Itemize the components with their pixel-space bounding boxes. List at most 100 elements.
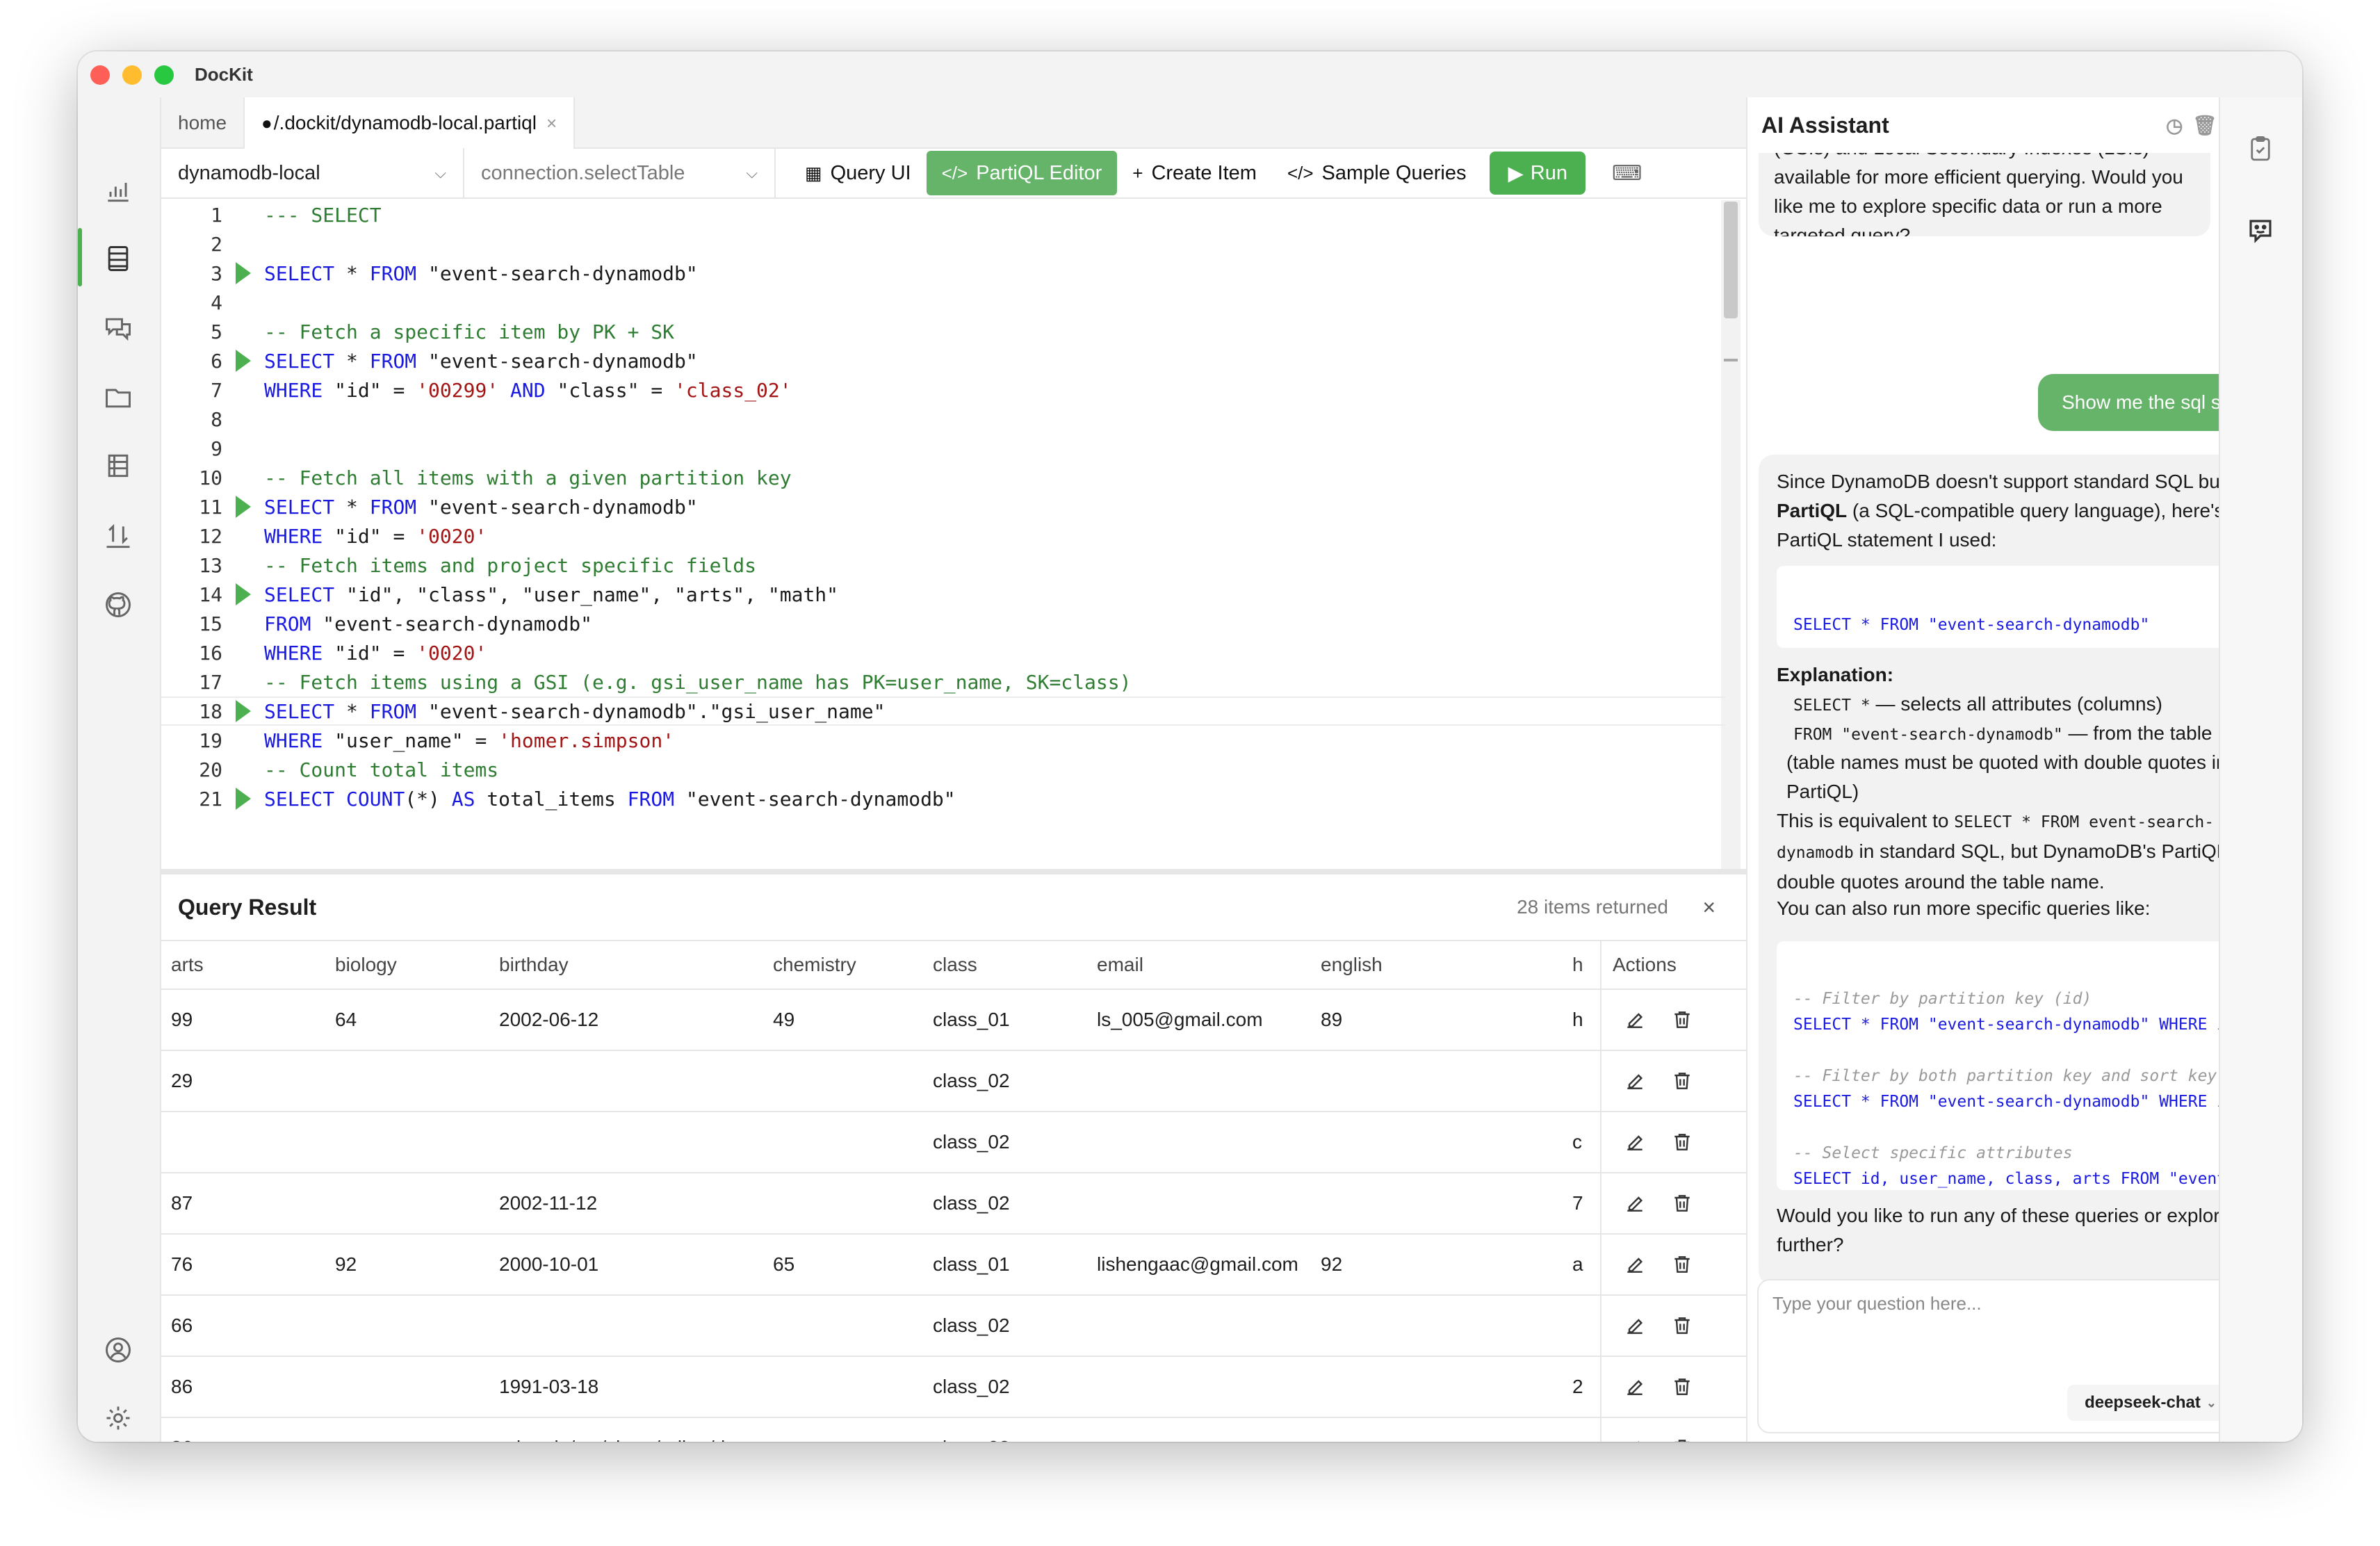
sidebar-item-dashboard[interactable] xyxy=(99,171,138,210)
trash-icon[interactable] xyxy=(1668,1006,1696,1034)
play-icon: ▶ xyxy=(1508,162,1524,185)
code-line[interactable]: 8 xyxy=(161,405,1725,434)
row-actions xyxy=(1600,1173,1746,1233)
code-line[interactable]: 3 SELECT * FROM "event-search-dynamodb" xyxy=(161,259,1725,288)
code-line[interactable]: 11 SELECT * FROM "event-search-dynamodb" xyxy=(161,492,1725,521)
column-header[interactable]: email xyxy=(1097,941,1143,988)
code-line[interactable]: 1 --- SELECT xyxy=(161,200,1725,229)
edit-icon[interactable] xyxy=(1621,1373,1649,1401)
column-header[interactable]: birthday xyxy=(499,941,569,988)
gutter xyxy=(229,463,257,492)
trash-icon[interactable] xyxy=(1668,1373,1696,1401)
create-item-button[interactable]: + Create Item xyxy=(1117,151,1272,195)
trash-icon[interactable] xyxy=(1668,1312,1696,1340)
sidebar-item-list[interactable] xyxy=(99,446,138,485)
code-line[interactable]: 14 SELECT "id", "class", "user_name", "ar… xyxy=(161,580,1725,609)
edit-icon[interactable] xyxy=(1621,1006,1649,1034)
run-line-icon[interactable] xyxy=(229,259,257,288)
column-header[interactable]: biology xyxy=(335,941,397,988)
maximize-window-button[interactable] xyxy=(154,65,174,85)
edit-icon[interactable] xyxy=(1621,1067,1649,1095)
trash-icon[interactable]: 🗑 xyxy=(2192,114,2217,137)
column-header[interactable]: chemistry xyxy=(773,941,856,988)
run-line-icon[interactable] xyxy=(229,346,257,375)
code-line[interactable]: 2 xyxy=(161,229,1725,259)
trash-icon[interactable] xyxy=(1668,1434,1696,1442)
run-line-icon[interactable] xyxy=(229,580,257,609)
code-line[interactable]: 21 SELECT COUNT(*) AS total_items FROM "e… xyxy=(161,784,1725,813)
code-line[interactable]: 9 xyxy=(161,434,1725,463)
table-row[interactable]: 29 class_02 xyxy=(161,1051,1746,1112)
connection-select[interactable]: dynamodb-local ⌵ xyxy=(161,148,464,198)
partiql-editor-button[interactable]: </> PartiQL Editor xyxy=(926,151,1118,195)
table-row[interactable]: 86 pdated: /src/views/editor/d... class_02… xyxy=(161,1418,1746,1442)
sidebar-item-chat[interactable] xyxy=(99,309,138,348)
edit-icon[interactable] xyxy=(1621,1312,1649,1340)
close-window-button[interactable] xyxy=(90,65,110,85)
code-editor[interactable]: 1 --- SELECT 2 3 SELECT * FROM "event-search… xyxy=(161,200,1746,869)
sidebar-item-github[interactable] xyxy=(99,585,138,624)
close-result-icon[interactable]: × xyxy=(1702,895,1715,920)
edit-icon[interactable] xyxy=(1621,1434,1649,1442)
trash-icon[interactable] xyxy=(1668,1128,1696,1156)
history-icon[interactable]: ◷ xyxy=(2166,114,2183,137)
query-ui-button[interactable]: ▦ Query UI xyxy=(790,151,927,195)
code-icon: </> xyxy=(1287,162,1314,184)
table-cell: 76 xyxy=(171,1253,193,1275)
close-tab-icon[interactable]: × xyxy=(546,113,557,134)
resize-handle[interactable] xyxy=(161,869,1746,874)
ai-assistant-panel: AI Assistant ◷ 🗑 There are also several … xyxy=(1746,97,2302,1442)
edit-icon[interactable] xyxy=(1621,1128,1649,1156)
trash-icon[interactable] xyxy=(1668,1067,1696,1095)
model-select[interactable]: deepseek-chat ⌄ xyxy=(2067,1385,2234,1421)
clipboard-button[interactable] xyxy=(2242,131,2279,167)
question-input[interactable]: Type your question here... xyxy=(1772,1293,1982,1315)
sidebar-item-profile[interactable] xyxy=(99,1331,138,1369)
sidebar-item-editor[interactable] xyxy=(99,239,138,278)
column-header[interactable]: arts xyxy=(171,941,204,988)
run-line-icon[interactable] xyxy=(229,784,257,813)
code-line[interactable]: 19 WHERE "user_name" = 'homer.simpson' xyxy=(161,726,1725,755)
edit-icon[interactable] xyxy=(1621,1189,1649,1217)
edit-icon[interactable] xyxy=(1621,1251,1649,1278)
code-line[interactable]: 16 WHERE "id" = '0020' xyxy=(161,638,1725,667)
table-select[interactable]: connection.selectTable ⌵ xyxy=(464,148,776,198)
code-line[interactable]: 13 -- Fetch items and project specific fi… xyxy=(161,551,1725,580)
sidebar-item-import-export[interactable] xyxy=(99,517,138,556)
run-line-icon[interactable] xyxy=(229,697,257,726)
table-row[interactable]: 87 2002-11-12 class_02 7 xyxy=(161,1173,1746,1235)
code-line[interactable]: 10 -- Fetch all items with a given partit… xyxy=(161,463,1725,492)
code-line[interactable]: 15 FROM "event-search-dynamodb" xyxy=(161,609,1725,638)
ai-chat-button[interactable] xyxy=(2242,213,2279,249)
column-header[interactable]: h xyxy=(1572,941,1583,988)
tab-partiql-file[interactable]: ● /.dockit/dynamodb-local.partiql × xyxy=(243,97,576,149)
code-line[interactable]: 7 WHERE "id" = '00299' AND "class" = 'cla… xyxy=(161,375,1725,405)
column-header[interactable]: class xyxy=(933,941,977,988)
run-button[interactable]: ▶ Run xyxy=(1490,152,1586,195)
trash-icon[interactable] xyxy=(1668,1251,1696,1278)
tab-home[interactable]: home xyxy=(161,97,243,149)
trash-icon[interactable] xyxy=(1668,1189,1696,1217)
table-row[interactable]: 76 92 2000-10-01 65 class_01 lishengaac@gmail… xyxy=(161,1235,1746,1296)
sidebar-item-files[interactable] xyxy=(99,378,138,417)
code-line[interactable]: 5 -- Fetch a specific item by PK + SK xyxy=(161,317,1725,346)
table-row[interactable]: 86 1991-03-18 class_02 2 xyxy=(161,1357,1746,1418)
sample-queries-button[interactable]: </> Sample Queries xyxy=(1272,151,1482,195)
minimize-window-button[interactable] xyxy=(122,65,142,85)
run-line-icon[interactable] xyxy=(229,492,257,521)
code-line[interactable]: 6 SELECT * FROM "event-search-dynamodb" xyxy=(161,346,1725,375)
keyboard-icon[interactable]: ⌨ xyxy=(1612,161,1642,186)
gutter xyxy=(229,755,257,784)
table-row[interactable]: class_02 c xyxy=(161,1112,1746,1173)
code-line[interactable]: 4 xyxy=(161,288,1725,317)
sidebar-item-settings[interactable] xyxy=(99,1399,138,1438)
table-cell: ls_005@gmail.com xyxy=(1097,1009,1263,1030)
code-line[interactable]: 18 SELECT * FROM "event-search-dynamodb".… xyxy=(161,697,1725,726)
code-line[interactable]: 12 WHERE "id" = '0020' xyxy=(161,521,1725,551)
column-header[interactable]: english xyxy=(1321,941,1383,988)
code-line[interactable]: 17 -- Fetch items using a GSI (e.g. gsi_u… xyxy=(161,667,1725,697)
scrollbar-thumb[interactable] xyxy=(1724,202,1738,318)
table-row[interactable]: 99 64 2002-06-12 49 class_01 ls_005@gmail.com… xyxy=(161,990,1746,1051)
table-row[interactable]: 66 class_02 xyxy=(161,1296,1746,1357)
code-line[interactable]: 20 -- Count total items xyxy=(161,755,1725,784)
